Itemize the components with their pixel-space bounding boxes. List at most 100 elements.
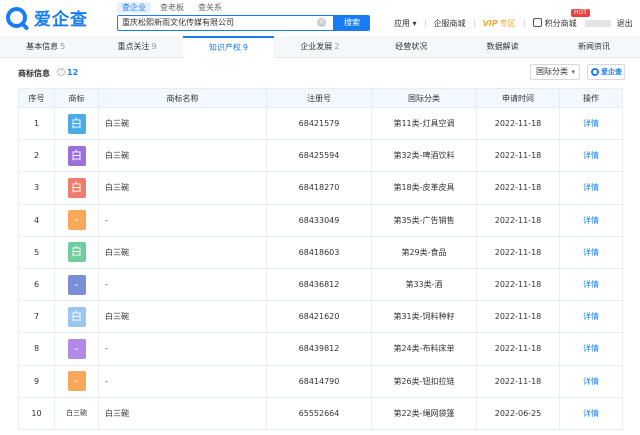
detail-link[interactable]: 详情 — [559, 203, 623, 237]
tab-intellectual-property[interactable]: 知识产权 9 — [182, 36, 275, 58]
intl-category: 第29类-食品 — [371, 235, 477, 269]
trademark-table: 序号 商标 商标名称 注册号 国际分类 申请时间 操作 1 白白三碗 6842157… — [18, 88, 623, 430]
apply-date: 2022-11-18 — [476, 332, 560, 366]
tab-operations[interactable]: 经营状况 — [366, 36, 457, 58]
help-icon[interactable]: ? — [57, 68, 65, 76]
registration-number: 68418603 — [266, 235, 372, 269]
search-tab-company[interactable]: 查企业 — [117, 2, 151, 13]
user-avatar[interactable] — [584, 19, 611, 27]
trademark-logo[interactable]: - — [67, 338, 86, 359]
divider — [424, 18, 426, 28]
table-row: 6- -68436812 第33类-酒 2022-11-18 详情 — [18, 267, 623, 302]
intl-category: 第18类-皮革皮具 — [371, 171, 477, 205]
intl-category: 第35类-广告销售 — [371, 203, 477, 237]
registration-number: 68418270 — [266, 171, 372, 205]
tab-news[interactable]: 新闻资讯 — [548, 36, 639, 58]
registration-number: 68421579 — [266, 106, 372, 141]
detail-link[interactable]: 详情 — [559, 267, 623, 302]
detail-link[interactable]: 详情 — [559, 332, 623, 366]
trademark-logo[interactable]: 白 — [67, 113, 86, 134]
tab-data-insight[interactable]: 数据解读 — [457, 36, 548, 58]
row-number: 7 — [18, 300, 55, 334]
search-button[interactable]: 搜索 — [334, 15, 370, 31]
trademark-logo[interactable]: - — [67, 210, 86, 231]
table-row: 4- -68433049 第35类-广告销售 2022-11-18 详情 — [18, 203, 623, 237]
logo-text: 爱企查 — [34, 9, 88, 30]
chevron-down-icon: ▾ — [571, 68, 575, 76]
logout-link[interactable]: 退出 — [617, 18, 633, 29]
trademark-name: 白三碗 — [98, 139, 267, 173]
apply-date: 2022-11-18 — [476, 106, 560, 141]
intl-category: 第11类-灯具空调 — [371, 106, 477, 141]
trademark-logo[interactable]: - — [67, 274, 86, 295]
detail-link[interactable]: 详情 — [559, 396, 623, 430]
apply-date: 2022-11-18 — [476, 364, 560, 398]
trademark-logo[interactable]: 白三碗 — [66, 409, 87, 417]
detail-link[interactable]: 详情 — [559, 106, 623, 141]
logo-magnifier-icon — [6, 6, 27, 28]
site-logo[interactable]: 爱企查 — [6, 6, 88, 30]
trademark-cell: - — [54, 332, 99, 366]
clear-icon[interactable]: × — [317, 18, 326, 27]
trademark-name: 白三碗 — [98, 235, 267, 269]
row-number: 4 — [18, 203, 55, 237]
tab-development[interactable]: 企业发展 2 — [274, 36, 365, 58]
detail-link[interactable]: 详情 — [559, 300, 623, 334]
divider — [473, 18, 475, 28]
trademark-cell: - — [54, 267, 99, 302]
vip-link[interactable]: VIP 专区 — [483, 18, 516, 29]
search-tab-relation[interactable]: 查关系 — [193, 2, 227, 13]
divider — [523, 18, 525, 28]
company-nav-tabs: 基本信息 5 重点关注 9 知识产权 9 企业发展 2 经营状况 数据解读 新闻资讯 — [0, 36, 640, 58]
points-mall-link[interactable]: 积分商城 — [532, 17, 577, 29]
trademark-logo[interactable]: 白 — [67, 145, 86, 166]
row-number: 9 — [18, 364, 55, 398]
table-row: 2 白白三碗 68425594 第32类-啤酒饮料 2022-11-18 详情 — [18, 139, 623, 173]
trademark-name: 白三碗 — [98, 300, 267, 334]
detail-link[interactable]: 详情 — [559, 171, 623, 205]
search-input[interactable]: 重庆松熙新雨文化传媒有限公司 — [117, 15, 334, 31]
table-row: 9- -68414790 第26类-钮扣拉链 2022-11-18 详情 — [18, 364, 623, 398]
trademark-name: - — [98, 203, 267, 237]
trademark-logo[interactable]: 白 — [67, 177, 86, 198]
intl-category: 第31类-饲料种籽 — [371, 300, 477, 334]
search-tab-boss[interactable]: 查老板 — [155, 2, 189, 13]
detail-link[interactable]: 详情 — [559, 364, 623, 398]
apply-date: 2022-11-18 — [476, 235, 560, 269]
intl-category: 第33类-酒 — [371, 267, 477, 302]
trademark-name: 白三碗 — [98, 106, 267, 141]
enterprise-mall-link[interactable]: 企服商城 — [434, 18, 466, 29]
top-links: 应用 ▾ 企服商城 VIP 专区 积分商城 退出 — [394, 15, 640, 31]
table-row: 1 白白三碗 68421579 第11类-灯具空调 2022-11-18 详情 — [18, 106, 623, 141]
registration-number: 68439812 — [266, 332, 372, 366]
logo-magnifier-icon — [591, 68, 599, 76]
trademark-name: 白三碗 — [98, 396, 267, 430]
apply-date: 2022-11-18 — [476, 139, 560, 173]
registration-number: 68433049 — [266, 203, 372, 237]
registration-number: 68414790 — [266, 364, 372, 398]
registration-number: 68436812 — [266, 267, 372, 302]
trademark-logo[interactable]: - — [67, 371, 86, 392]
table-row: 8- -68439812 第24类-布料床单 2022-11-18 详情 — [18, 332, 623, 366]
trademark-logo[interactable]: 白 — [67, 306, 86, 327]
table-row: 5 白白三碗 68418603 第29类-食品 2022-11-18 详情 — [18, 235, 623, 269]
col-header-reg-no: 注册号 — [266, 88, 372, 108]
apps-link[interactable]: 应用 ▾ — [394, 18, 417, 29]
col-header-no: 序号 — [18, 88, 55, 108]
apply-date: 2022-06-25 — [476, 396, 560, 430]
tab-key-focus[interactable]: 重点关注 9 — [91, 36, 182, 58]
top-header: 爱企查 查企业 查老板 查关系 重庆松熙新雨文化传媒有限公司 × 搜索 应用 ▾… — [0, 0, 640, 36]
row-number: 3 — [18, 171, 55, 205]
registration-number: 68421620 — [266, 300, 372, 334]
section-title: 商标信息 — [18, 69, 50, 78]
detail-link[interactable]: 详情 — [559, 139, 623, 173]
apply-date: 2022-11-18 — [476, 171, 560, 205]
detail-link[interactable]: 详情 — [559, 235, 623, 269]
trademark-logo[interactable]: 白 — [67, 242, 86, 263]
registration-number: 65552664 — [266, 396, 372, 430]
intl-class-select[interactable]: 国际分类 ▾ — [530, 64, 580, 80]
trademark-cell: 白 — [54, 171, 99, 205]
brand-watermark: 爱企查 — [587, 64, 625, 80]
tab-basic-info[interactable]: 基本信息 5 — [0, 36, 91, 58]
apply-date: 2022-11-18 — [476, 267, 560, 302]
